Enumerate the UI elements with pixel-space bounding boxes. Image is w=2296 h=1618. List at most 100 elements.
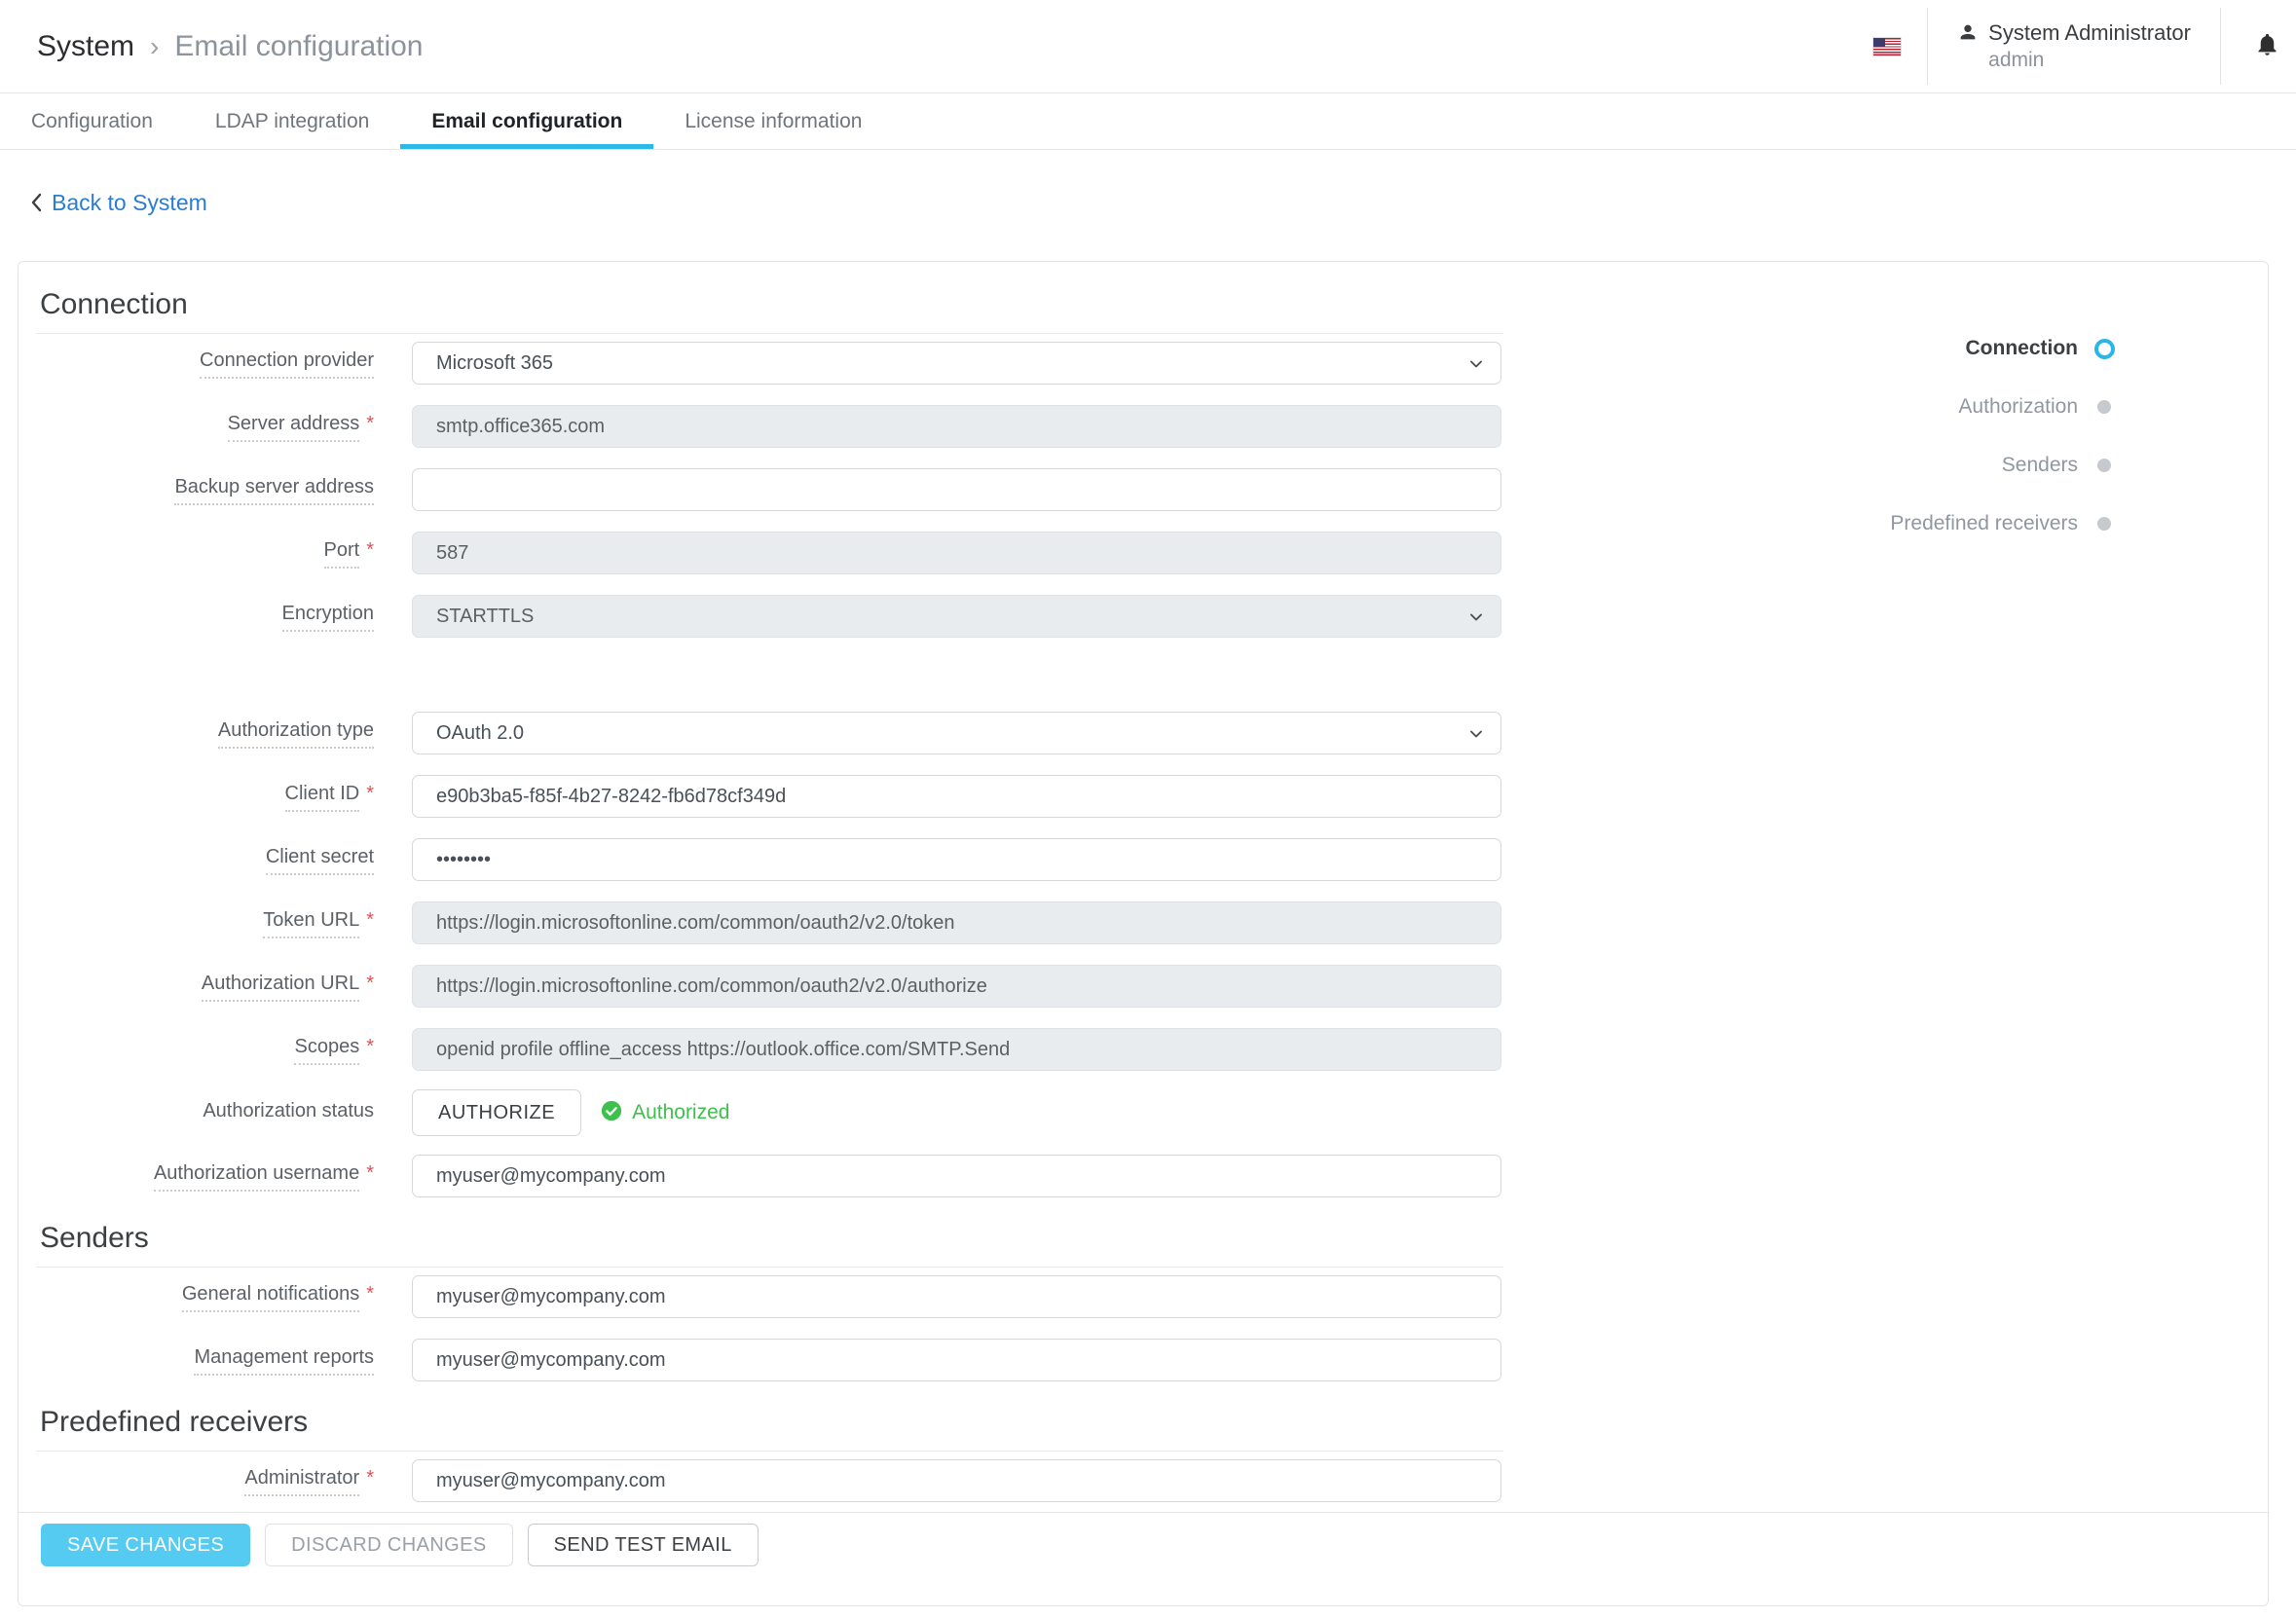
stepper-item-predefined-receivers[interactable]: Predefined receivers <box>1890 495 2115 553</box>
section-divider <box>36 1267 1503 1268</box>
bell-icon <box>2254 31 2280 62</box>
field-label: Authorization username * <box>19 1161 374 1192</box>
required-asterisk: * <box>366 1466 374 1489</box>
required-asterisk: * <box>366 1035 374 1058</box>
backup-server-address-input[interactable] <box>412 468 1501 511</box>
connection-provider-value: Microsoft 365 <box>436 352 553 375</box>
authorize-button[interactable]: AUTHORIZE <box>412 1089 581 1136</box>
email-configuration-card: Connection Connection provider Microsoft… <box>18 261 2269 1606</box>
client-id-input[interactable] <box>412 775 1501 818</box>
field-row-encryption: Encryption STARTTLS <box>19 595 2268 638</box>
authorization-type-value: OAuth 2.0 <box>436 722 524 745</box>
breadcrumb: System › Email configuration <box>37 30 424 63</box>
dot-icon <box>2097 517 2111 531</box>
field-row-authorization-type: Authorization type OAuth 2.0 <box>19 712 2268 754</box>
tab-configuration[interactable]: Configuration <box>0 93 184 149</box>
back-row: Back to System <box>29 187 2296 218</box>
chevron-down-icon <box>1467 608 1485 632</box>
required-asterisk: * <box>366 972 374 995</box>
field-row-client-id: Client ID * <box>19 775 2268 818</box>
field-row-scopes: Scopes * <box>19 1028 2268 1071</box>
scopes-input <box>412 1028 1501 1071</box>
dot-icon <box>2097 459 2111 472</box>
field-label: Port * <box>19 538 374 569</box>
field-label: Authorization type <box>19 718 374 749</box>
back-to-system-link[interactable]: Back to System <box>52 190 207 216</box>
breadcrumb-separator: › <box>150 31 159 62</box>
notifications-button[interactable] <box>2221 0 2296 92</box>
dot-icon <box>2097 400 2111 414</box>
field-row-management-reports: Management reports <box>19 1339 2268 1381</box>
administrator-input[interactable] <box>412 1459 1501 1502</box>
stepper-dot <box>2093 459 2115 472</box>
stepper-dot-active <box>2093 339 2115 359</box>
chevron-down-icon <box>1467 725 1485 749</box>
chevron-left-icon <box>29 191 44 214</box>
tab-ldap-integration[interactable]: LDAP integration <box>184 93 400 149</box>
field-row-token-url: Token URL * <box>19 901 2268 944</box>
discard-changes-button[interactable]: DISCARD CHANGES <box>265 1524 512 1566</box>
stepper-item-senders[interactable]: Senders <box>1890 436 2115 495</box>
user-role: admin <box>1988 47 2191 73</box>
field-label: Client secret <box>19 845 374 875</box>
person-icon <box>1957 21 1979 48</box>
tab-email-configuration[interactable]: Email configuration <box>400 93 653 149</box>
general-notifications-input[interactable] <box>412 1275 1501 1318</box>
authorization-status-text: Authorized <box>632 1101 729 1124</box>
breadcrumb-system[interactable]: System <box>37 30 134 63</box>
field-row-authorization-status: Authorization status AUTHORIZE Authorize… <box>19 1091 2268 1134</box>
section-divider <box>36 333 1503 334</box>
token-url-input <box>412 901 1501 944</box>
client-secret-input[interactable] <box>412 838 1501 881</box>
actions-bar: SAVE CHANGES DISCARD CHANGES SEND TEST E… <box>19 1512 2268 1605</box>
port-input <box>412 532 1501 574</box>
required-asterisk: * <box>366 1161 374 1185</box>
management-reports-input[interactable] <box>412 1339 1501 1381</box>
authorization-status: Authorized <box>601 1100 729 1126</box>
stepper-item-authorization[interactable]: Authorization <box>1890 378 2115 436</box>
encryption-select: STARTTLS <box>412 595 1501 638</box>
field-label: Management reports <box>19 1345 374 1376</box>
field-label: Backup server address <box>19 475 374 505</box>
connection-provider-select[interactable]: Microsoft 365 <box>412 342 1501 385</box>
section-heading-connection: Connection <box>40 289 2268 320</box>
section-divider <box>36 1451 1503 1452</box>
header-right-cluster: System Administrator admin <box>1847 0 2296 92</box>
tab-license-information[interactable]: License information <box>653 93 893 149</box>
section-stepper: Connection Authorization Senders Predefi… <box>1890 319 2115 553</box>
field-label: Server address * <box>19 412 374 442</box>
field-label: Encryption <box>19 602 374 632</box>
field-label: Connection provider <box>19 349 374 379</box>
stepper-item-connection[interactable]: Connection <box>1890 319 2115 378</box>
send-test-email-button[interactable]: SEND TEST EMAIL <box>528 1524 759 1566</box>
user-name: System Administrator <box>1988 19 2191 48</box>
us-flag-canton <box>1873 38 1885 48</box>
authorization-url-input <box>412 965 1501 1008</box>
section-authorization: Authorization type OAuth 2.0 Client ID *… <box>19 712 2268 1197</box>
field-label: Administrator * <box>19 1466 374 1496</box>
user-menu[interactable]: System Administrator admin <box>1928 0 2220 92</box>
required-asterisk: * <box>366 1282 374 1305</box>
section-predefined-receivers: Predefined receivers Administrator * <box>19 1407 2268 1502</box>
authorization-type-select[interactable]: OAuth 2.0 <box>412 712 1501 754</box>
stepper-dot <box>2093 517 2115 531</box>
authorization-username-input[interactable] <box>412 1155 1501 1197</box>
required-asterisk: * <box>366 412 374 435</box>
chevron-down-icon <box>1467 355 1485 379</box>
save-changes-button[interactable]: SAVE CHANGES <box>41 1524 250 1566</box>
tab-bar: Configuration LDAP integration Email con… <box>0 93 2296 150</box>
required-asterisk: * <box>366 908 374 932</box>
field-label: Authorization status <box>19 1099 374 1127</box>
server-address-input <box>412 405 1501 448</box>
user-text: System Administrator admin <box>1988 19 2191 74</box>
required-asterisk: * <box>366 782 374 805</box>
stepper-dot <box>2093 400 2115 414</box>
section-heading-senders: Senders <box>40 1223 2268 1254</box>
field-label: Scopes * <box>19 1035 374 1065</box>
field-label: Authorization URL * <box>19 972 374 1002</box>
top-header: System › Email configuration System Admi… <box>0 0 2296 93</box>
section-senders: Senders General notifications * Manageme… <box>19 1223 2268 1381</box>
field-label: Client ID * <box>19 782 374 812</box>
language-selector[interactable] <box>1847 0 1927 92</box>
required-asterisk: * <box>366 538 374 562</box>
